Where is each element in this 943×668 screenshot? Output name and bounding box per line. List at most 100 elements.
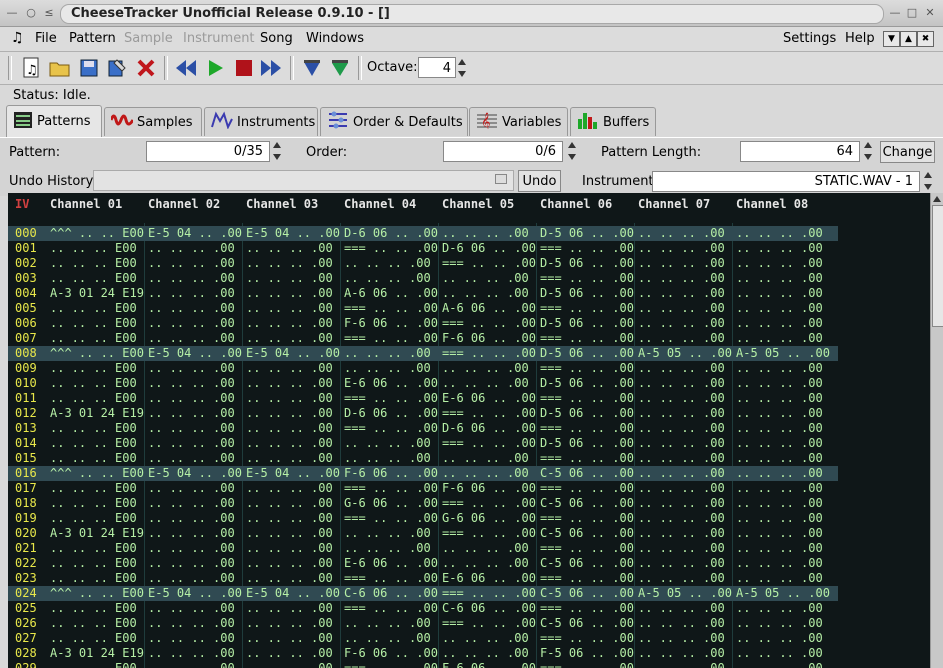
note-cell[interactable]: .. .. .. .00 — [442, 631, 538, 646]
note-cell[interactable]: === .. .. .00 — [442, 526, 538, 541]
note-cell[interactable]: .. .. .. .00 — [638, 601, 734, 616]
note-cell[interactable]: === .. .. .00 — [344, 571, 440, 586]
note-cell[interactable]: .. .. .. .00 — [736, 661, 832, 668]
note-cell[interactable]: .. .. .. .00 — [246, 241, 342, 256]
note-cell[interactable]: .. .. .. .00 — [736, 271, 832, 286]
note-cell[interactable]: .. .. .. .00 — [148, 316, 244, 331]
note-cell[interactable]: === .. .. .00 — [344, 331, 440, 346]
note-cell[interactable]: D-5 06 .. .00 — [540, 346, 636, 361]
tab-instruments[interactable]: Instruments — [204, 107, 318, 136]
menu-file[interactable]: File — [35, 31, 57, 46]
note-cell[interactable]: .. .. .. .00 — [736, 631, 832, 646]
pattern-row[interactable]: 017.. .. .. E00.. .. .. .00.. .. .. .00 =… — [8, 481, 838, 496]
note-cell[interactable]: .. .. .. .00 — [148, 601, 244, 616]
note-cell[interactable]: .. .. .. .00 — [148, 361, 244, 376]
note-cell[interactable]: .. .. .. .00 — [344, 436, 440, 451]
note-cell[interactable]: .. .. .. .00 — [638, 331, 734, 346]
note-cell[interactable]: .. .. .. E00 — [50, 511, 146, 526]
note-cell[interactable]: === .. .. .00 — [540, 271, 636, 286]
pattern-row[interactable]: 026.. .. .. E00.. .. .. .00.. .. .. .00.… — [8, 616, 838, 631]
note-cell[interactable]: .. .. .. .00 — [148, 391, 244, 406]
pattern-spinner[interactable] — [271, 140, 283, 162]
pattern-row[interactable]: 012 A-3 01 24 E19.. .. .. .00.. .. .. .00… — [8, 406, 838, 421]
pattern-row[interactable]: 011.. .. .. E00.. .. .. .00.. .. .. .00 =… — [8, 391, 838, 406]
note-cell[interactable]: .. .. .. E00 — [50, 616, 146, 631]
mdi-close-icon[interactable]: ✖ — [917, 31, 934, 47]
pattern-row[interactable]: 003.. .. .. E00.. .. .. .00.. .. .. .00.… — [8, 271, 838, 286]
note-cell[interactable]: .. .. .. .00 — [246, 571, 342, 586]
order-spinner[interactable] — [566, 140, 578, 162]
note-cell[interactable]: .. .. .. .00 — [148, 526, 244, 541]
note-cell[interactable]: .. .. .. .00 — [638, 226, 734, 241]
note-cell[interactable]: .. .. .. .00 — [638, 571, 734, 586]
note-cell[interactable]: .. .. .. .00 — [148, 271, 244, 286]
note-cell[interactable]: .. .. .. .00 — [736, 466, 832, 481]
save-disk-icon[interactable] — [76, 55, 102, 81]
note-cell[interactable]: .. .. .. .00 — [246, 331, 342, 346]
note-cell[interactable]: D-6 06 .. .00 — [442, 241, 538, 256]
note-cell[interactable]: E-5 04 .. .00 — [148, 346, 244, 361]
note-cell[interactable]: .. .. .. .00 — [736, 361, 832, 376]
note-cell[interactable]: .. .. .. .00 — [736, 226, 832, 241]
octave-input[interactable]: 4 — [418, 57, 456, 78]
pattern-row[interactable]: 027.. .. .. E00.. .. .. .00.. .. .. .00.… — [8, 631, 838, 646]
note-cell[interactable]: .. .. .. .00 — [442, 376, 538, 391]
note-cell[interactable]: E-6 06 .. .00 — [344, 556, 440, 571]
note-cell[interactable]: .. .. .. .00 — [736, 376, 832, 391]
note-cell[interactable]: E-5 04 .. .00 — [246, 346, 342, 361]
note-cell[interactable]: E-5 04 .. .00 — [246, 586, 342, 601]
stop-icon[interactable] — [231, 55, 257, 81]
note-cell[interactable]: .. .. .. .00 — [148, 646, 244, 661]
note-cell[interactable]: .. .. .. .00 — [246, 631, 342, 646]
note-cell[interactable]: D-5 06 .. .00 — [540, 376, 636, 391]
note-cell[interactable]: === .. .. .00 — [344, 481, 440, 496]
note-cell[interactable]: .. .. .. .00 — [148, 241, 244, 256]
note-cell[interactable]: .. .. .. .00 — [638, 616, 734, 631]
note-cell[interactable]: === .. .. .00 — [540, 511, 636, 526]
note-cell[interactable]: C-6 06 .. .00 — [344, 586, 440, 601]
note-cell[interactable]: .. .. .. .00 — [638, 436, 734, 451]
note-cell[interactable]: D-5 06 .. .00 — [540, 406, 636, 421]
scroll-thumb[interactable] — [932, 205, 943, 327]
pattern-row[interactable]: 021.. .. .. E00.. .. .. .00.. .. .. .00.… — [8, 541, 838, 556]
note-cell[interactable]: .. .. .. E00 — [50, 601, 146, 616]
note-cell[interactable]: .. .. .. .00 — [148, 481, 244, 496]
note-cell[interactable]: ^^^ .. .. E00 — [50, 346, 146, 361]
channel-header[interactable]: Channel 01 — [50, 197, 122, 211]
note-cell[interactable]: .. .. .. E00 — [50, 301, 146, 316]
note-cell[interactable]: .. .. .. .00 — [148, 616, 244, 631]
delete-x-icon[interactable] — [133, 55, 159, 81]
note-cell[interactable]: .. .. .. E00 — [50, 541, 146, 556]
note-cell[interactable]: .. .. .. .00 — [442, 361, 538, 376]
note-cell[interactable]: .. .. .. .00 — [246, 511, 342, 526]
pattern-row[interactable]: 014.. .. .. E00.. .. .. .00.. .. .. .00.… — [8, 436, 838, 451]
note-cell[interactable]: A-5 05 .. .00 — [736, 586, 832, 601]
note-cell[interactable]: C-5 06 .. .00 — [540, 616, 636, 631]
note-cell[interactable]: === .. .. .00 — [540, 631, 636, 646]
note-cell[interactable]: .. .. .. E00 — [50, 256, 146, 271]
note-cell[interactable]: .. .. .. .00 — [638, 631, 734, 646]
tab-buffers[interactable]: Buffers — [570, 107, 656, 136]
note-cell[interactable]: .. .. .. .00 — [148, 511, 244, 526]
octave-spinner[interactable] — [456, 57, 468, 79]
note-cell[interactable]: === .. .. .00 — [540, 541, 636, 556]
note-cell[interactable]: E-5 04 .. .00 — [246, 226, 342, 241]
pattern-row[interactable]: 028 A-3 01 24 E19.. .. .. .00.. .. .. .00… — [8, 646, 838, 661]
note-cell[interactable]: E-5 04 .. .00 — [148, 226, 244, 241]
note-cell[interactable]: .. .. .. .00 — [638, 496, 734, 511]
pattern-number-input[interactable]: 0/35 — [146, 141, 270, 162]
note-cell[interactable]: .. .. .. .00 — [736, 256, 832, 271]
maximize-icon[interactable]: □ — [905, 6, 919, 20]
note-cell[interactable]: D-5 06 .. .00 — [540, 226, 636, 241]
note-cell[interactable]: === .. .. .00 — [442, 586, 538, 601]
note-cell[interactable]: .. .. .. .00 — [442, 541, 538, 556]
note-cell[interactable]: .. .. .. .00 — [736, 331, 832, 346]
note-cell[interactable]: .. .. .. .00 — [148, 256, 244, 271]
pattern-row[interactable]: 015.. .. .. E00.. .. .. .00.. .. .. .00.… — [8, 451, 838, 466]
note-cell[interactable]: .. .. .. .00 — [442, 226, 538, 241]
note-cell[interactable]: .. .. .. .00 — [736, 526, 832, 541]
tab-patterns[interactable]: Patterns — [6, 105, 102, 137]
note-cell[interactable]: F-6 06 .. .00 — [344, 316, 440, 331]
vertical-scrollbar[interactable] — [930, 193, 943, 668]
note-cell[interactable]: A-5 05 .. .00 — [638, 346, 734, 361]
